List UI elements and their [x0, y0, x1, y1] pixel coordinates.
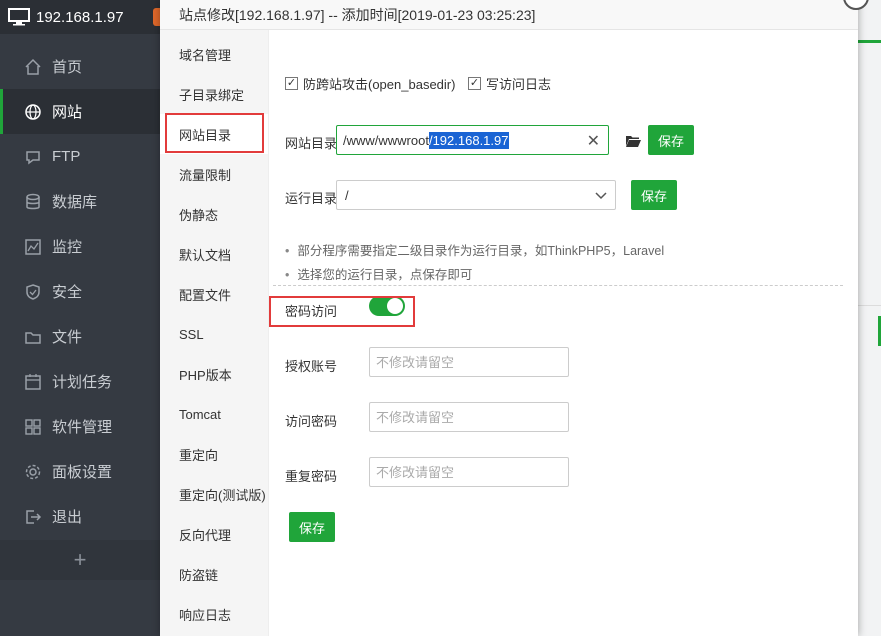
nav-item-files[interactable]: 文件	[0, 314, 160, 359]
nav-item-security[interactable]: 安全	[0, 269, 160, 314]
nav-label: 退出	[52, 509, 83, 526]
site-edit-modal: 站点修改[192.168.1.97] -- 添加时间[2019-01-23 03…	[160, 0, 869, 636]
exit-icon	[24, 508, 42, 526]
checkbox-checked-icon[interactable]: ✓	[468, 77, 481, 90]
repeat-pwd-input[interactable]	[369, 457, 569, 487]
background-page	[858, 0, 881, 636]
run-dir-label: 运行目录	[285, 191, 338, 206]
globe-icon	[24, 103, 42, 121]
menu-item-redirect-beta[interactable]: 重定向(测试版)	[160, 474, 268, 514]
nav-label: FTP	[52, 148, 81, 165]
site-dir-selection: /192.168.1.97	[428, 131, 509, 149]
access-pwd-input[interactable]	[369, 402, 569, 432]
save-site-dir-button[interactable]: 保存	[648, 125, 694, 155]
menu-item-ssl[interactable]: SSL	[160, 314, 268, 354]
monitor-icon	[24, 238, 42, 256]
access-pwd-label: 访问密码	[285, 414, 338, 429]
add-button[interactable]: +	[0, 540, 160, 580]
clear-icon[interactable]: ✕	[587, 131, 600, 151]
folder-open-icon[interactable]	[625, 134, 641, 148]
nav-label: 监控	[52, 239, 83, 256]
menu-item-default-doc[interactable]: 默认文档	[160, 234, 268, 274]
modal-title: 站点修改[192.168.1.97] -- 添加时间[2019-01-23 03…	[179, 6, 536, 23]
server-ip: 192.168.1.97	[36, 8, 124, 26]
tip-item: 部分程序需要指定二级目录作为运行目录，如ThinkPHP5，Laravel	[285, 240, 664, 259]
monitor-icon	[8, 8, 30, 26]
nav-item-cron[interactable]: 计划任务	[0, 359, 160, 404]
checkbox-access-log[interactable]: ✓ 写访问日志	[468, 74, 551, 93]
run-dir-select[interactable]: /	[336, 180, 616, 210]
database-icon	[24, 193, 42, 211]
folder-icon	[24, 328, 42, 346]
site-dir-prefix: /www/wwwroot	[343, 132, 429, 148]
menu-item-logs[interactable]: 响应日志	[160, 594, 268, 634]
modal-header: 站点修改[192.168.1.97] -- 添加时间[2019-01-23 03…	[160, 0, 858, 30]
save-run-dir-button[interactable]: 保存	[631, 180, 677, 210]
repeat-pwd-label: 重复密码	[285, 469, 338, 484]
auth-user-label: 授权账号	[285, 359, 338, 374]
menu-item-traffic[interactable]: 流量限制	[160, 154, 268, 194]
nav-label: 数据库	[52, 194, 98, 211]
nav-item-software[interactable]: 软件管理	[0, 404, 160, 449]
highlight-box	[269, 296, 415, 327]
checkbox-label: 防跨站攻击(open_basedir)	[303, 77, 456, 92]
checkbox-label: 写访问日志	[486, 77, 552, 92]
modal-body: ✓ 防跨站攻击(open_basedir) ✓ 写访问日志 网站目录 /www/…	[269, 30, 858, 636]
save-password-button[interactable]: 保存	[289, 512, 335, 542]
nav-item-settings[interactable]: 面板设置	[0, 449, 160, 494]
grid-icon	[24, 418, 42, 436]
divider	[858, 305, 881, 306]
checkbox-checked-icon[interactable]: ✓	[285, 77, 298, 90]
app-sidebar: 192.168.1.97 首页 网站 FTP 数据库 监控 安全 文件 计划任务…	[0, 0, 161, 636]
menu-item-subdir[interactable]: 子目录绑定	[160, 74, 268, 114]
nav-label: 面板设置	[52, 464, 113, 481]
accent-bar	[858, 40, 881, 43]
menu-item-hotlink[interactable]: 防盗链	[160, 554, 268, 594]
nav-item-database[interactable]: 数据库	[0, 179, 160, 224]
menu-item-php[interactable]: PHP版本	[160, 354, 268, 394]
home-icon	[24, 58, 42, 76]
nav-item-ftp[interactable]: FTP	[0, 134, 160, 179]
site-dir-input[interactable]: /www/wwwroot/192.168.1.97 ✕	[336, 125, 609, 155]
highlight-box	[165, 113, 264, 153]
run-dir-value: /	[345, 187, 349, 203]
shield-icon	[24, 283, 42, 301]
menu-item-redirect[interactable]: 重定向	[160, 434, 268, 474]
nav-item-monitor[interactable]: 监控	[0, 224, 160, 269]
checkbox-basedir[interactable]: ✓ 防跨站攻击(open_basedir)	[285, 74, 455, 93]
dashed-divider	[273, 285, 843, 286]
calendar-icon	[24, 373, 42, 391]
gear-icon	[24, 463, 42, 481]
nav-label: 首页	[52, 59, 83, 76]
menu-item-rewrite[interactable]: 伪静态	[160, 194, 268, 234]
site-dir-label: 网站目录	[285, 136, 338, 151]
menu-item-reverse-proxy[interactable]: 反向代理	[160, 514, 268, 554]
nav-item-home[interactable]: 首页	[0, 44, 160, 89]
auth-user-input[interactable]	[369, 347, 569, 377]
modal-menu: 域名管理 子目录绑定 网站目录 流量限制 伪静态 默认文档 配置文件 SSL P…	[160, 30, 269, 636]
tip-item: 选择您的运行目录，点保存即可	[285, 264, 472, 283]
nav-label: 文件	[52, 329, 83, 346]
nav-label: 软件管理	[52, 419, 113, 436]
ftp-icon	[24, 148, 42, 166]
menu-item-config[interactable]: 配置文件	[160, 274, 268, 314]
nav-label: 安全	[52, 284, 83, 301]
server-header: 192.168.1.97	[0, 0, 161, 34]
chevron-down-icon	[595, 192, 607, 200]
nav-item-logout[interactable]: 退出	[0, 494, 160, 539]
nav-item-website[interactable]: 网站	[0, 89, 160, 134]
nav-label: 计划任务	[52, 374, 113, 391]
nav-label: 网站	[52, 104, 83, 121]
menu-item-domain[interactable]: 域名管理	[160, 34, 268, 74]
menu-item-tomcat[interactable]: Tomcat	[160, 394, 268, 434]
